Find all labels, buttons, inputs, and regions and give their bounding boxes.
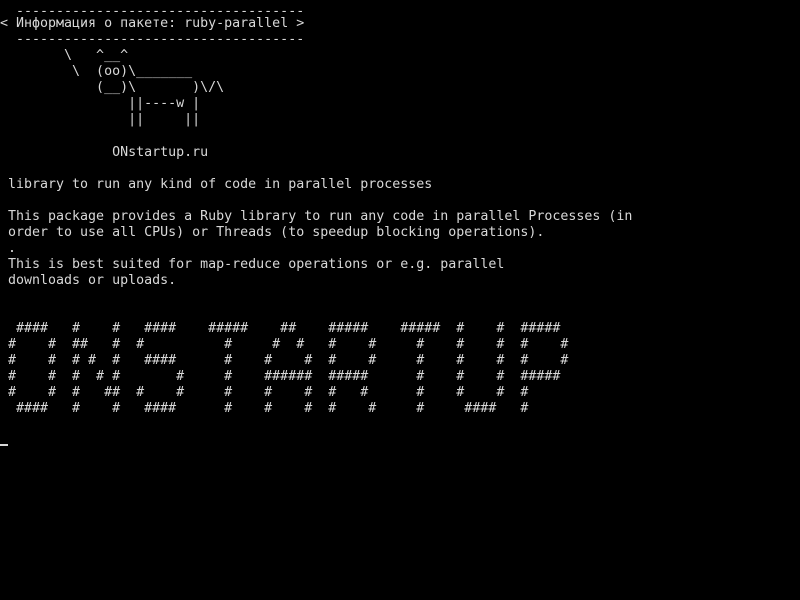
package-summary: library to run any kind of code in paral… — [8, 177, 433, 192]
cowsay-title: < Информация о пакете: ruby-parallel > — [0, 16, 305, 31]
site-label: ONstartup.ru — [8, 145, 209, 160]
description-line: order to use all CPUs) or Threads (to sp… — [8, 225, 545, 240]
text-cursor — [0, 444, 8, 446]
cow-art-line: \ ^__^ — [8, 48, 129, 63]
terminal-window[interactable]: ------------------------------------ < И… — [0, 0, 800, 600]
banner-line: # # # # # # # ###### ##### # # # ##### — [8, 369, 561, 384]
cowsay-bottom-border: ------------------------------------ — [8, 32, 305, 47]
banner-line: # # ## # # # # # # # # # # # # — [8, 337, 569, 352]
description-line: This is best suited for map-reduce opera… — [8, 257, 505, 272]
description-line: This package provides a Ruby library to … — [8, 209, 633, 224]
cow-art-line: (__)\ )\/\ — [8, 80, 225, 95]
banner-line: #### # # #### # # # # # # #### # — [8, 401, 529, 416]
cow-art-line: || || — [8, 112, 201, 127]
description-line: . — [8, 241, 17, 256]
banner-line: #### # # #### ##### ## ##### ##### # # #… — [8, 321, 561, 336]
cow-art-line: ||----w | — [8, 96, 201, 111]
cow-art-line: \ (oo)\_______ — [8, 64, 193, 79]
banner-line: # # # ## # # # # # # # # # # # — [8, 385, 529, 400]
banner-line: # # # # # #### # # # # # # # # # # — [8, 353, 569, 368]
description-line: downloads or uploads. — [8, 273, 177, 288]
